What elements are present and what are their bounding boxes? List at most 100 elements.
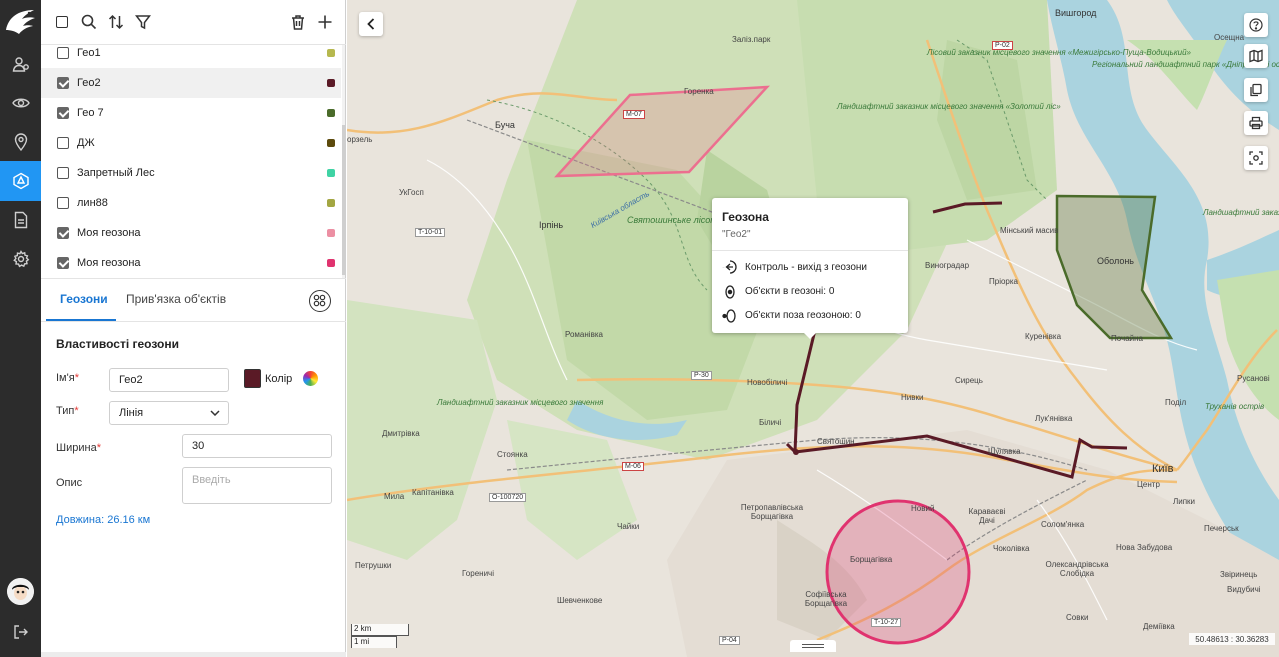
geozone-checkbox[interactable] <box>57 47 69 59</box>
filter-icon[interactable] <box>134 14 152 30</box>
popup-inside-text: Об'єкти в геозоні: 0 <box>745 286 835 297</box>
settings-icon[interactable] <box>0 239 41 279</box>
road-label: P-04 <box>719 636 740 645</box>
add-icon[interactable] <box>317 14 333 30</box>
sort-icon[interactable] <box>108 14 124 30</box>
list-item[interactable]: Гео2 <box>41 68 341 98</box>
location-pin-icon[interactable] <box>0 122 41 162</box>
map-label: Новий <box>911 504 935 513</box>
users-icon[interactable] <box>0 44 41 84</box>
color-label: Колір <box>265 373 293 385</box>
road-label: T-10-01 <box>415 228 446 237</box>
geozone-icon[interactable] <box>0 161 41 201</box>
print-icon <box>1249 116 1263 130</box>
list-scrollbar[interactable] <box>342 45 345 278</box>
geozone-color-swatch <box>327 169 335 177</box>
geozone-name: Гео1 <box>77 47 101 59</box>
popup-control-text: Контроль - вихід з геозони <box>745 262 868 273</box>
search-icon[interactable] <box>81 14 97 30</box>
map-label: Романівка <box>565 330 603 339</box>
tab-object-binding[interactable]: Прив'язка об'єктів <box>126 292 226 306</box>
name-input[interactable]: Гео2 <box>109 368 229 392</box>
width-input[interactable]: 30 <box>182 434 332 458</box>
geozone-checkbox[interactable] <box>57 197 69 209</box>
geozone-color-swatch <box>327 79 335 87</box>
collapse-panel-button[interactable] <box>359 12 383 36</box>
panel-tabs: Геозони Прив'язка об'єктів <box>41 278 346 322</box>
map-label: Чайки <box>617 522 640 531</box>
geozone-panel: Гео1 Гео2 Гео 7 ДЖ Запретный Лес лин88 М… <box>41 0 346 657</box>
print-button[interactable] <box>1244 111 1268 135</box>
map-label: Петропавлівська Борщагівка <box>740 503 804 521</box>
scrollbar-thumb[interactable] <box>342 125 345 275</box>
nav-rail <box>0 0 41 657</box>
avatar[interactable] <box>7 578 34 605</box>
map-label: Куренівка <box>1025 332 1062 341</box>
color-swatch-button[interactable] <box>244 369 261 388</box>
map-label: Совки <box>1066 613 1089 622</box>
locate-button[interactable] <box>1244 146 1268 170</box>
type-label: Тип* <box>56 405 79 417</box>
map-label: Олександрівська Слобідка <box>1045 560 1109 578</box>
map-label: Оболонь <box>1097 256 1134 266</box>
map-label: Солом'янка <box>1041 520 1085 529</box>
select-all-checkbox[interactable] <box>56 16 68 28</box>
road-label: M-06 <box>622 462 644 471</box>
app-root: Гео1 Гео2 Гео 7 ДЖ Запретный Лес лин88 М… <box>0 0 1279 657</box>
map-label: Ірпінь <box>539 220 564 230</box>
delete-icon[interactable] <box>290 14 306 30</box>
map-label: Дмитрівка <box>382 429 420 438</box>
list-item[interactable]: Гео1 <box>41 38 341 68</box>
geozone-checkbox[interactable] <box>57 167 69 179</box>
map-scale: 2 km 1 mi <box>351 624 409 648</box>
map-label: Гореничі <box>462 569 494 578</box>
geozone-checkbox[interactable] <box>57 257 69 269</box>
list-item[interactable]: Гео 7 <box>41 98 341 128</box>
map-label: Нивки <box>901 393 924 402</box>
geozone-checkbox[interactable] <box>57 227 69 239</box>
road-label: Заліз.парк <box>732 35 771 44</box>
drag-handle[interactable] <box>790 640 836 652</box>
geozone-name: Гео 7 <box>77 107 104 119</box>
tab-geozones[interactable]: Геозони <box>60 292 108 306</box>
geozone-checkbox[interactable] <box>57 107 69 119</box>
exit-control-icon <box>722 259 738 275</box>
geozone-color-swatch <box>327 199 335 207</box>
list-item[interactable]: Запретный Лес <box>41 158 341 188</box>
list-item[interactable]: лин88 <box>41 188 341 218</box>
map-label: Чоколівка <box>993 544 1030 553</box>
list-item[interactable]: Моя геозона <box>41 218 341 248</box>
map-view[interactable]: Вишгород Осещна Буча орзель УкГосп Ірпін… <box>347 0 1279 657</box>
map-label: Видубичі <box>1227 585 1261 594</box>
geozone-name: Гео2 <box>77 77 101 89</box>
map-label: Мінський масив <box>1000 226 1059 235</box>
map-label: Труханів острів <box>1205 402 1265 411</box>
map-label: Мила <box>384 492 405 501</box>
geozone-checkbox[interactable] <box>57 137 69 149</box>
help-button[interactable] <box>1244 13 1268 37</box>
map-label: Регіональний ландшафтний парк «Дніпровсь… <box>1092 60 1279 69</box>
color-palette-icon[interactable] <box>303 371 318 386</box>
road-label: M-07 <box>623 110 645 119</box>
map-label: Буча <box>495 120 515 130</box>
popup-outside-text: Об'єкти поза геозоною: 0 <box>745 310 861 321</box>
map-label: Київ <box>1152 463 1174 475</box>
list-item[interactable]: Моя геозона <box>41 248 341 278</box>
map-label: Центр <box>1137 480 1160 489</box>
description-textarea[interactable]: Введіть <box>182 467 332 504</box>
document-icon[interactable] <box>0 200 41 240</box>
map-label: Поділ <box>1165 398 1187 407</box>
grid-options-icon[interactable] <box>309 290 331 312</box>
type-select[interactable]: Лінія <box>109 401 229 425</box>
copy-button[interactable] <box>1244 78 1268 102</box>
map-label: Виноградар <box>925 261 970 270</box>
chevron-down-icon <box>210 410 220 416</box>
map-layers-button[interactable] <box>1244 44 1268 68</box>
geozone-list: Гео1 Гео2 Гео 7 ДЖ Запретный Лес лин88 М… <box>41 38 341 278</box>
eagle-logo-icon[interactable] <box>2 4 39 38</box>
eye-icon[interactable] <box>0 83 41 123</box>
geozone-checkbox[interactable] <box>57 77 69 89</box>
list-item[interactable]: ДЖ <box>41 128 341 158</box>
road-label: Горенка <box>684 87 714 96</box>
logout-icon[interactable] <box>0 612 41 652</box>
